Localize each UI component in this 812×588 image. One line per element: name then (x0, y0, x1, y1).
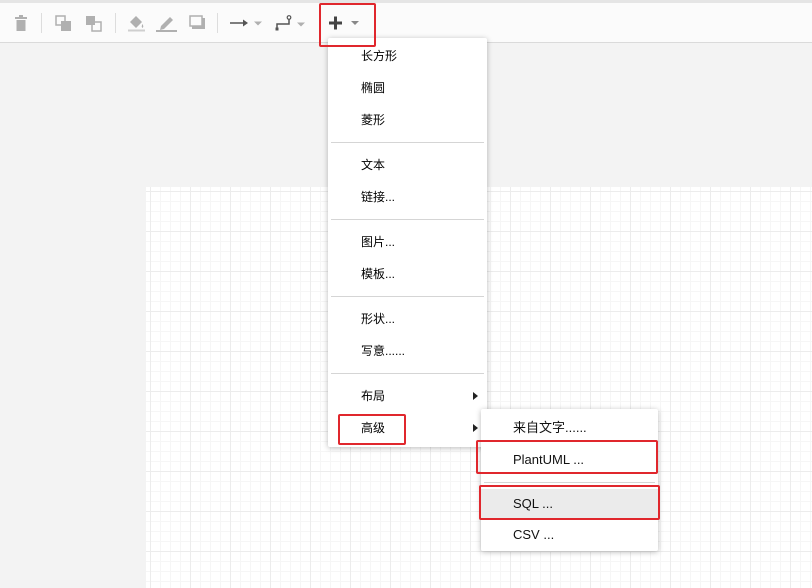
menu-divider (331, 296, 484, 297)
toolbar (0, 3, 812, 43)
to-front-icon (54, 14, 71, 31)
submenu-arrow-icon (473, 392, 478, 400)
connection-style-button[interactable] (229, 12, 263, 34)
highlight-insert-button (319, 3, 376, 47)
menu-divider (331, 219, 484, 220)
menu-item-text[interactable]: 文本 (328, 150, 487, 180)
shadow-button[interactable] (188, 12, 206, 34)
menu-item-freehand[interactable]: 写意...... (328, 336, 487, 366)
shadow-icon (188, 15, 205, 29)
fill-color-icon (127, 16, 145, 32)
to-front-button[interactable] (54, 12, 72, 34)
highlight-sql-item (479, 485, 660, 520)
delete-button[interactable] (12, 12, 30, 34)
advanced-submenu: 来自文字...... PlantUML ... SQL ... CSV ... (481, 409, 658, 551)
delete-icon (15, 15, 27, 31)
menu-item-ellipse[interactable]: 椭圆 (328, 73, 487, 103)
connection-arrow-icon (230, 19, 262, 27)
to-back-button[interactable] (84, 12, 102, 34)
waypoints-icon (275, 15, 305, 31)
toolbar-separator (217, 13, 218, 33)
highlight-advanced-item (338, 414, 406, 445)
menu-divider (484, 482, 655, 483)
highlight-plantuml-item (476, 440, 658, 474)
menu-item-layout-label: 布局 (361, 389, 386, 403)
line-color-icon (155, 17, 177, 32)
menu-item-link[interactable]: 链接... (328, 182, 487, 212)
submenu-item-csv[interactable]: CSV ... (481, 520, 658, 550)
to-back-icon (85, 15, 102, 32)
line-color-button[interactable] (155, 12, 177, 34)
submenu-item-from-text[interactable]: 来自文字...... (481, 413, 658, 443)
menu-item-rhombus[interactable]: 菱形 (328, 105, 487, 135)
menu-divider (331, 142, 484, 143)
submenu-arrow-icon (473, 424, 478, 432)
toolbar-separator (115, 13, 116, 33)
toolbar-separator (41, 13, 42, 33)
menu-item-image[interactable]: 图片... (328, 227, 487, 257)
insert-menu: 长方形 椭圆 菱形 文本 链接... 图片... 模板... 形状... 写意.… (328, 38, 487, 447)
menu-item-shapes[interactable]: 形状... (328, 304, 487, 334)
fill-color-button[interactable] (126, 12, 146, 34)
menu-divider (331, 373, 484, 374)
menu-item-template[interactable]: 模板... (328, 259, 487, 289)
menu-item-layout[interactable]: 布局 (328, 381, 487, 411)
waypoints-button[interactable] (275, 12, 307, 34)
